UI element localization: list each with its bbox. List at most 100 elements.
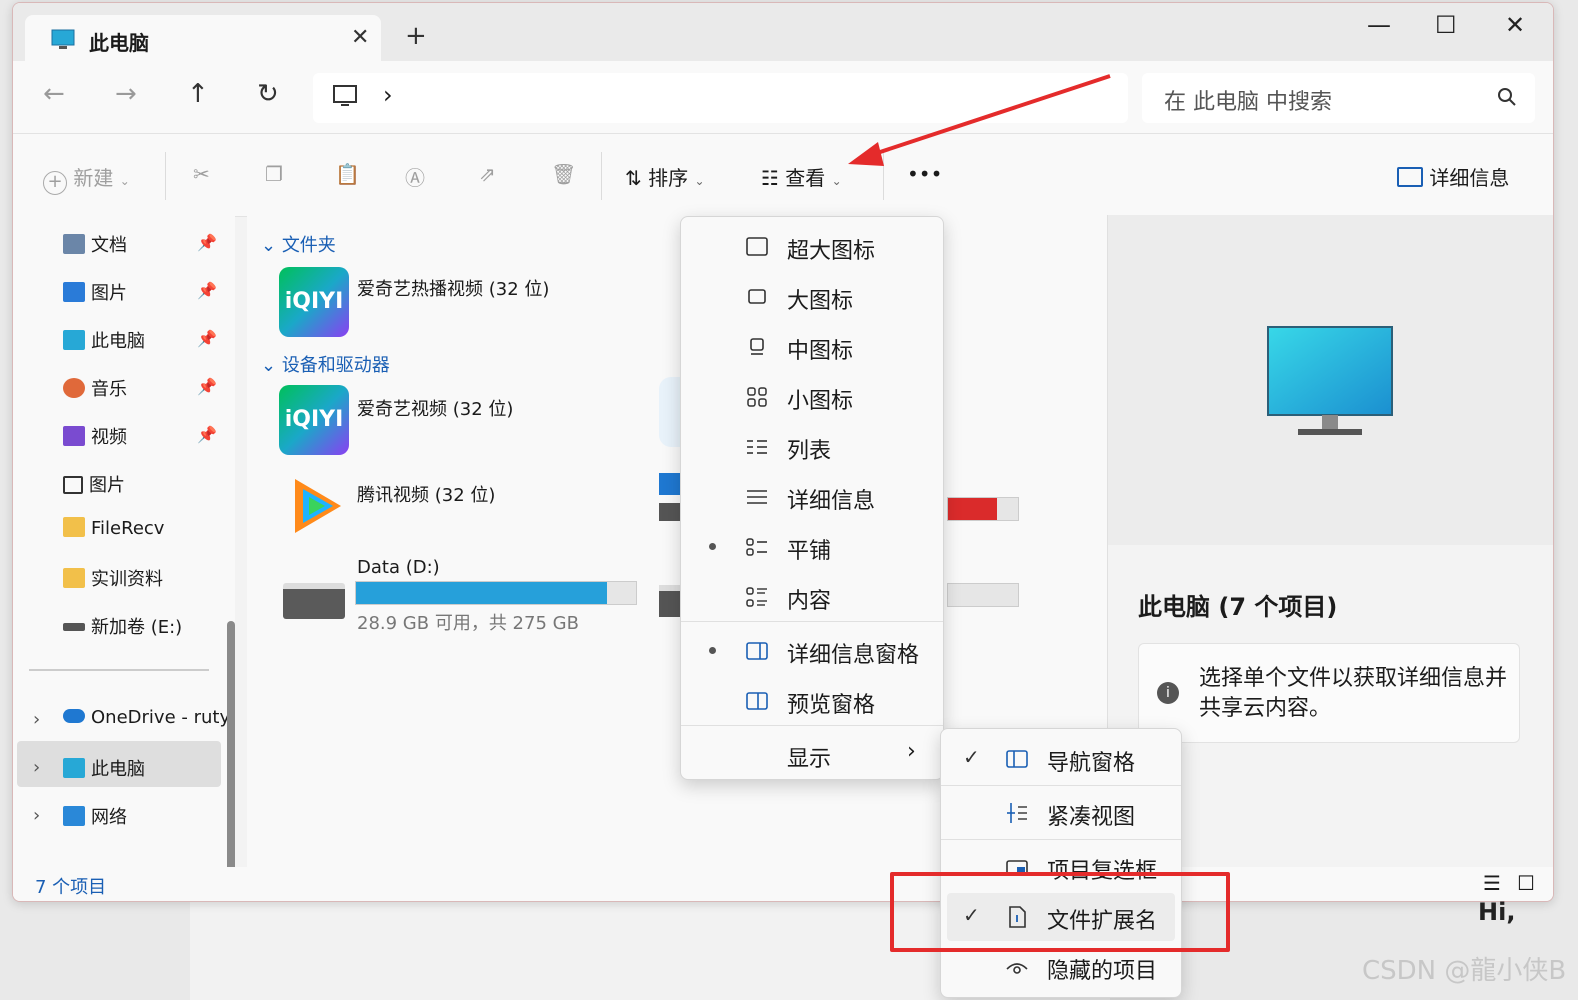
menu-item-list[interactable]: 列表 xyxy=(681,423,943,471)
sidebar-item-this-pc[interactable]: 此电脑 xyxy=(63,327,145,353)
more-options-button[interactable]: ••• xyxy=(907,162,942,186)
content-icon xyxy=(745,585,769,609)
item-name[interactable]: 腾讯视频 (32 位) xyxy=(357,481,495,507)
sidebar-item-label: 图片 xyxy=(89,475,125,496)
address-bar[interactable]: › xyxy=(313,73,1128,123)
video-icon xyxy=(63,426,85,446)
details-view-icon[interactable]: ☰ xyxy=(1483,871,1501,895)
group-header-folders[interactable]: ⌄ 文件夹 xyxy=(261,231,336,257)
back-button[interactable]: ← xyxy=(43,79,65,109)
preview-area xyxy=(1108,215,1553,545)
menu-item-content[interactable]: 内容 xyxy=(681,573,943,621)
menu-item-small-icons[interactable]: 小图标 xyxy=(681,373,943,421)
close-button[interactable]: ✕ xyxy=(1505,11,1525,39)
group-label: 文件夹 xyxy=(281,235,336,256)
sidebar-item-onedrive[interactable]: OneDrive - ruty xyxy=(63,707,230,728)
tab-close-button[interactable]: ✕ xyxy=(351,25,369,50)
delete-icon[interactable]: 🗑 xyxy=(551,162,576,186)
view-button[interactable]: ☷ 查看 ⌄ xyxy=(761,162,842,191)
sidebar-scrollbar[interactable] xyxy=(227,621,235,901)
menu-item-extra-large-icons[interactable]: 超大图标 xyxy=(681,223,943,271)
menu-item-label: 隐藏的项目 xyxy=(1047,959,1158,984)
drive-usage-bar xyxy=(355,581,637,605)
pin-icon[interactable]: 📌 xyxy=(197,377,217,396)
sidebar-item-label: OneDrive - ruty xyxy=(91,707,231,728)
pin-icon[interactable]: 📌 xyxy=(197,425,217,444)
chevron-right-icon[interactable]: › xyxy=(33,805,40,826)
menu-item-navigation-pane[interactable]: ✓ 导航窗格 xyxy=(941,735,1181,783)
eye-icon xyxy=(1005,955,1029,979)
drive-usage-bar-partial xyxy=(947,583,1019,607)
forward-button[interactable]: → xyxy=(115,79,137,109)
navigation-pane: 文档 📌 图片 📌 此电脑 📌 音乐 📌 视频 📌 图片 FileRecv 实训… xyxy=(13,215,235,901)
item-name[interactable]: 爱奇艺视频 (32 位) xyxy=(357,395,513,421)
menu-item-details[interactable]: 详细信息 xyxy=(681,473,943,521)
document-icon xyxy=(63,234,85,254)
navigation-bar: ← → ↑ ↻ › 在 此电脑 中搜索 xyxy=(13,61,1553,133)
chevron-right-icon[interactable]: › xyxy=(33,709,40,730)
cut-icon[interactable]: ✂ xyxy=(193,162,210,186)
up-button[interactable]: ↑ xyxy=(187,79,209,109)
group-header-devices[interactable]: ⌄ 设备和驱动器 xyxy=(261,351,390,377)
cloud-icon xyxy=(63,709,85,723)
menu-item-label: 导航窗格 xyxy=(1047,751,1136,776)
menu-item-show[interactable]: 显示 › xyxy=(681,731,943,779)
menu-item-tiles[interactable]: 平铺 xyxy=(681,523,943,571)
large-icons-icon xyxy=(745,285,769,309)
menu-item-label: 平铺 xyxy=(787,539,832,564)
menu-item-details-pane[interactable]: 详细信息窗格 xyxy=(681,627,943,675)
drive-name[interactable]: Data (D:) xyxy=(357,557,440,578)
drive-icon xyxy=(63,623,85,631)
selected-dot-icon xyxy=(709,543,716,550)
iqiyi-logo[interactable]: iQIYI xyxy=(279,267,349,337)
new-tab-button[interactable]: + xyxy=(405,21,427,51)
menu-item-preview-pane[interactable]: 预览窗格 xyxy=(681,677,943,725)
details-button[interactable]: 详细信息 xyxy=(1397,162,1509,191)
tiles-view-icon[interactable]: ☐ xyxy=(1517,871,1535,895)
drive-icon[interactable] xyxy=(283,583,345,619)
paste-icon[interactable]: 📋 xyxy=(335,162,360,186)
sidebar-item-volume-e[interactable]: 新加卷 (E:) xyxy=(63,613,182,639)
item-name[interactable]: 爱奇艺热播视频 (32 位) xyxy=(357,275,549,301)
breadcrumb-chevron[interactable]: › xyxy=(383,81,393,109)
iqiyi-logo[interactable]: iQIYI xyxy=(279,385,349,455)
minimize-button[interactable]: — xyxy=(1367,11,1391,39)
toolbar-divider xyxy=(165,152,166,200)
menu-item-label: 列表 xyxy=(787,439,832,464)
new-label: 新建 xyxy=(73,166,114,190)
menu-item-medium-icons[interactable]: 中图标 xyxy=(681,323,943,371)
pin-icon[interactable]: 📌 xyxy=(197,281,217,300)
sidebar-item-documents[interactable]: 文档 xyxy=(63,231,127,257)
sort-button[interactable]: ⇅ 排序 ⌄ xyxy=(625,162,705,191)
menu-item-large-icons[interactable]: 大图标 xyxy=(681,273,943,321)
sidebar-item-network[interactable]: 网络 xyxy=(63,803,127,829)
menu-item-compact-view[interactable]: 紧凑视图 xyxy=(941,789,1181,837)
chevron-right-icon[interactable]: › xyxy=(33,757,40,778)
sidebar-item-music[interactable]: 音乐 xyxy=(63,375,127,401)
sidebar-item-pictures-2[interactable]: 图片 xyxy=(63,471,125,497)
refresh-button[interactable]: ↻ xyxy=(257,79,279,109)
menu-item-label: 内容 xyxy=(787,589,832,614)
sidebar-item-label: 网络 xyxy=(91,807,127,828)
sidebar-item-videos[interactable]: 视频 xyxy=(63,423,127,449)
maximize-button[interactable]: ☐ xyxy=(1435,11,1457,39)
rename-icon[interactable]: Ⓐ xyxy=(405,162,425,191)
pin-icon[interactable]: 📌 xyxy=(197,233,217,252)
monitor-icon xyxy=(63,330,85,350)
sidebar-item-this-pc-root[interactable]: 此电脑 xyxy=(63,755,145,781)
overlay-greeting: Hi, xyxy=(1478,898,1516,926)
menu-divider xyxy=(941,785,1181,786)
sidebar-item-filerecv[interactable]: FileRecv xyxy=(63,517,164,539)
share-icon[interactable]: ⇗ xyxy=(479,162,496,186)
drive-usage-fill-critical xyxy=(948,498,997,520)
tab-this-pc[interactable]: 此电脑 ✕ xyxy=(25,15,381,63)
monitor-icon xyxy=(51,29,75,55)
copy-icon[interactable]: ❐ xyxy=(265,162,283,186)
pin-icon[interactable]: 📌 xyxy=(197,329,217,348)
sidebar-item-pictures[interactable]: 图片 xyxy=(63,279,127,305)
tencent-video-icon[interactable] xyxy=(281,471,351,541)
new-button[interactable]: + 新建 ⌄ xyxy=(43,162,130,195)
tab-title: 此电脑 xyxy=(89,31,149,55)
search-box[interactable]: 在 此电脑 中搜索 xyxy=(1142,73,1535,123)
sidebar-item-training[interactable]: 实训资料 xyxy=(63,565,163,591)
